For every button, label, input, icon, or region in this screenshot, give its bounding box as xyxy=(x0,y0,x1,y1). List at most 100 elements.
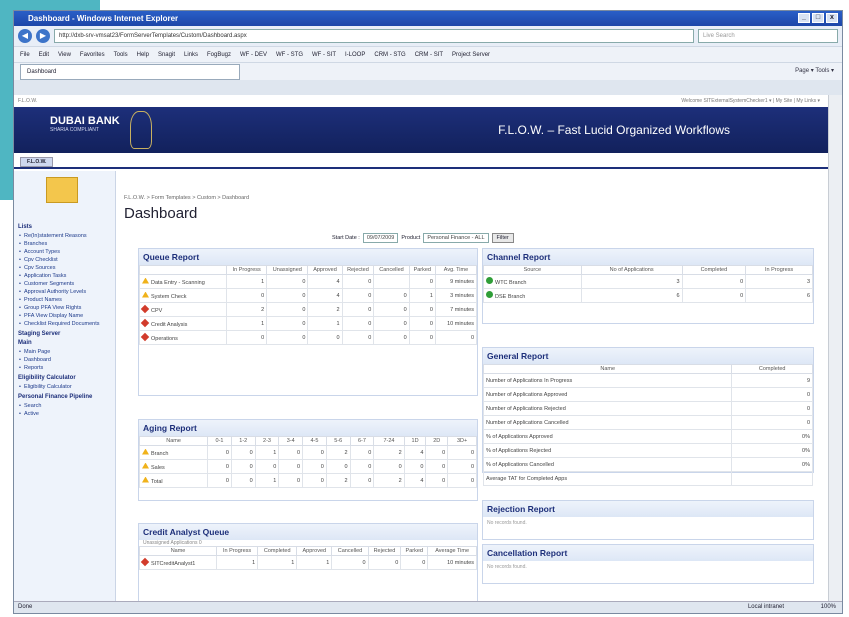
table-row: DSE Branch 6 0 6 xyxy=(483,288,813,303)
row-name: Total xyxy=(138,473,209,488)
table-cell: 0 xyxy=(278,459,304,474)
menu-item[interactable]: Tools xyxy=(114,52,128,58)
table-cell: 0 xyxy=(207,459,232,474)
snagit-button[interactable]: Snagit xyxy=(158,52,175,58)
table-row: % of Applications Rejected 0% xyxy=(482,443,813,458)
table-cell: 1 xyxy=(296,555,333,570)
sidebar-item[interactable]: Active xyxy=(18,410,112,418)
close-icon[interactable]: x xyxy=(826,13,838,23)
sidebar-item[interactable]: Application Tasks xyxy=(18,272,112,280)
menu-item[interactable]: Edit xyxy=(39,52,49,58)
row-label: Number of Applications Rejected xyxy=(482,401,733,416)
address-bar[interactable]: http://dxb-srv-vmsat23/FormServerTemplat… xyxy=(54,29,694,43)
queue-table: In Progress Unassigned Approved Rejected Can… xyxy=(138,265,478,345)
row-label[interactable]: Data Entry - Scanning xyxy=(151,280,205,286)
favorite-link[interactable]: I-LOOP xyxy=(345,52,365,58)
table-cell: 4 xyxy=(403,445,427,460)
row-label[interactable]: SITCreditAnalyst1 xyxy=(151,561,195,567)
minimize-icon[interactable]: _ xyxy=(798,13,810,23)
table-header-row: Name In Progress Completed Approved Cancelle… xyxy=(138,546,477,556)
breadcrumb[interactable]: F.L.O.W. > Form Templates > Custom > Das… xyxy=(124,195,249,201)
row-name: Operations xyxy=(138,330,228,345)
favorite-link[interactable]: FogBugz xyxy=(207,52,231,58)
rejection-report-panel: Rejection Report No records found. xyxy=(482,500,814,540)
status-ok-icon xyxy=(486,277,493,284)
slide-accent-side xyxy=(0,0,13,200)
table-row: WTC Branch 3 0 3 xyxy=(483,274,813,289)
maximize-icon[interactable]: □ xyxy=(812,13,824,23)
row-label[interactable]: System Check xyxy=(151,294,186,300)
sidebar-item[interactable]: Branches xyxy=(18,240,112,248)
column-header: 0-1 xyxy=(207,436,232,446)
row-label[interactable]: Operations xyxy=(151,336,178,342)
start-date-input[interactable]: 09/07/2009 xyxy=(362,233,399,243)
sidebar-item[interactable]: Account Types xyxy=(18,248,112,256)
table-cell: 0 xyxy=(226,330,268,345)
security-zone: Local intranet xyxy=(747,604,784,610)
table-cell: 0 xyxy=(400,555,429,570)
column-header: 5-6 xyxy=(325,436,351,446)
forward-icon[interactable]: ▶ xyxy=(36,29,50,43)
favorite-link[interactable]: CRM - STG xyxy=(374,52,405,58)
sidebar-item[interactable]: Main Page xyxy=(18,348,112,356)
browser-tab[interactable]: Dashboard xyxy=(20,63,240,80)
sidebar-item[interactable]: Approval Authority Levels xyxy=(18,288,112,296)
sidebar-item[interactable]: Dashboard xyxy=(18,356,112,364)
table-row: % of Applications Cancelled 0% xyxy=(482,457,813,472)
column-header: Average Time xyxy=(427,546,477,556)
table-cell: 0% xyxy=(731,457,813,472)
sidebar-item[interactable]: Re(In)statement Reasons xyxy=(18,232,112,240)
favorite-link[interactable]: WF - DEV xyxy=(240,52,267,58)
table-cell: 0 xyxy=(207,473,232,488)
bank-name: DUBAI BANK xyxy=(50,115,120,127)
product-select[interactable]: Personal Finance - ALL xyxy=(423,233,489,243)
row-name: Branch xyxy=(138,445,209,460)
sidebar-item[interactable]: Search xyxy=(18,402,112,410)
row-label[interactable]: CPV xyxy=(151,308,162,314)
table-row: Number of Applications Approved 0 xyxy=(482,387,813,402)
search-input[interactable]: Live Search xyxy=(698,29,838,43)
table-cell: 0 xyxy=(447,473,477,488)
site-title: F.L.O.W. – Fast Lucid Organized Workflow… xyxy=(498,123,730,137)
menu-item[interactable]: View xyxy=(58,52,71,58)
row-name: System Check xyxy=(138,288,228,303)
sidebar-item[interactable]: Reports xyxy=(18,364,112,372)
back-icon[interactable]: ◀ xyxy=(18,29,32,43)
sidebar-item[interactable]: PFA View Display Name xyxy=(18,312,112,320)
row-name: Sales xyxy=(138,459,209,474)
page-tools-menu[interactable]: Page ▾ Tools ▾ xyxy=(795,67,834,74)
table-row: Credit Analysis 1 0 1 0 0 0 10 minutes xyxy=(138,316,478,331)
favorite-link[interactable]: CRM - SIT xyxy=(415,52,443,58)
table-cell: 0 xyxy=(447,445,477,460)
favorite-link[interactable]: WF - STG xyxy=(276,52,303,58)
table-cell: 10 minutes xyxy=(427,555,477,570)
table-cell: 0 xyxy=(325,459,351,474)
sidebar-item[interactable]: Group PFA View Rights xyxy=(18,304,112,312)
row-label: % of Applications Rejected xyxy=(482,443,733,458)
sidebar-item[interactable]: Product Names xyxy=(18,296,112,304)
row-label: DSE Branch xyxy=(495,294,526,300)
favorite-link[interactable]: Project Server xyxy=(452,52,490,58)
vertical-scrollbar[interactable] xyxy=(828,95,842,603)
menu-item[interactable]: Help xyxy=(137,52,149,58)
sidebar-item[interactable]: Cpv Checklist xyxy=(18,256,112,264)
table-cell: 0 xyxy=(731,401,813,416)
welcome-menu[interactable]: Welcome SITExternalSystemChecker1 ▾ | My… xyxy=(681,95,820,107)
table-cell: 0 xyxy=(408,302,436,317)
sidebar-item[interactable]: Cpv Sources xyxy=(18,264,112,272)
menu-item[interactable]: Favorites xyxy=(80,52,105,58)
favorite-link[interactable]: WF - SIT xyxy=(312,52,336,58)
tab-flow[interactable]: F.L.O.W. xyxy=(20,157,54,167)
column-header: Approved xyxy=(296,546,333,556)
table-cell: 0 xyxy=(302,445,327,460)
sidebar-item[interactable]: Customer Segments xyxy=(18,280,112,288)
filter-button[interactable]: Filter xyxy=(491,233,514,243)
row-label[interactable]: Credit Analysis xyxy=(151,322,187,328)
zoom-level[interactable]: 100% xyxy=(821,602,836,613)
sidebar-item[interactable]: Checklist Required Documents xyxy=(18,320,112,328)
menu-item[interactable]: File xyxy=(20,52,30,58)
menu-bar: File Edit View Favorites Tools Help Snagit Link… xyxy=(14,46,842,62)
alert-diamond-icon xyxy=(140,557,150,566)
sidebar-item[interactable]: Eligibility Calculator xyxy=(18,383,112,391)
status-ok-icon xyxy=(486,291,493,298)
